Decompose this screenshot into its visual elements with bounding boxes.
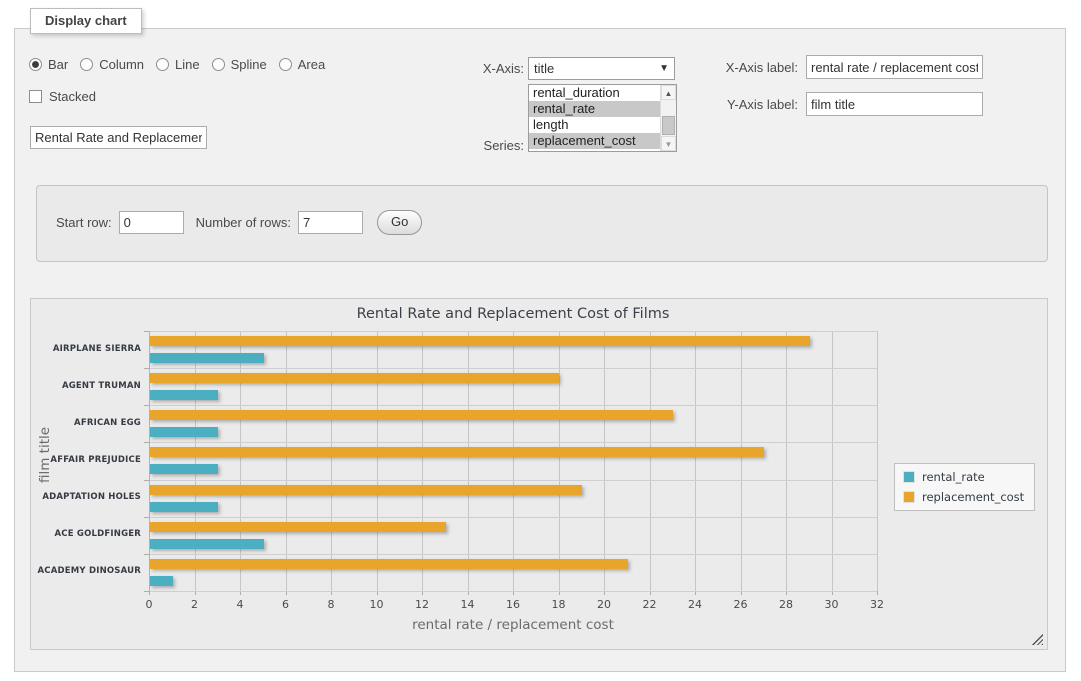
category-label: ACE GOLDFINGER — [30, 529, 141, 539]
x-tick-label: 30 — [815, 598, 849, 611]
bar-rental_rate[interactable] — [150, 464, 218, 474]
chart-legend: rental_rate replacement_cost — [894, 463, 1035, 511]
x-tick-label: 28 — [769, 598, 803, 611]
radio-area-label[interactable]: Area — [298, 57, 325, 72]
go-button[interactable]: Go — [377, 210, 422, 235]
category-label: AGENT TRUMAN — [30, 381, 141, 391]
legend-label: rental_rate — [922, 470, 985, 484]
bar-replacement_cost[interactable] — [150, 559, 628, 569]
x-axis-title: rental rate / replacement cost — [149, 617, 877, 633]
legend-swatch-icon — [903, 471, 915, 483]
category-label: AIRPLANE SIERRA — [30, 344, 141, 354]
x-axis-select[interactable]: title ▼ — [528, 57, 675, 80]
chart-type-radio-group: Bar Column Line Spline Area — [29, 57, 331, 72]
chevron-down-icon: ▼ — [659, 63, 669, 74]
x-axis-label-caption: X-Axis label: — [722, 60, 798, 75]
x-tick-label: 26 — [724, 598, 758, 611]
x-tick-label: 18 — [542, 598, 576, 611]
number-of-rows-caption: Number of rows: — [196, 215, 291, 230]
x-tick-label: 0 — [132, 598, 166, 611]
scroll-up-icon[interactable]: ▲ — [661, 85, 676, 100]
x-tick-label: 16 — [496, 598, 530, 611]
series-option-replacement-cost[interactable]: replacement_cost — [529, 133, 660, 149]
radio-spline[interactable] — [212, 58, 225, 71]
x-tick-label: 2 — [178, 598, 212, 611]
legend-entry-rental_rate[interactable]: rental_rate — [903, 470, 1024, 484]
x-tick-label: 10 — [360, 598, 394, 611]
x-tick-label: 20 — [587, 598, 621, 611]
series-scrollbar[interactable]: ▲ ▼ — [660, 85, 676, 151]
legend-entry-replacement_cost[interactable]: replacement_cost — [903, 490, 1024, 504]
y-axis-label-caption: Y-Axis label: — [722, 97, 798, 112]
radio-column-label[interactable]: Column — [99, 57, 144, 72]
x-tick-label: 24 — [678, 598, 712, 611]
scroll-down-icon[interactable]: ▼ — [661, 136, 676, 151]
x-tick-label: 14 — [451, 598, 485, 611]
stacked-row: Stacked — [29, 89, 96, 104]
stacked-label[interactable]: Stacked — [49, 89, 96, 104]
bar-replacement_cost[interactable] — [150, 522, 446, 532]
bar-replacement_cost[interactable] — [150, 485, 582, 495]
scrollbar-thumb[interactable] — [662, 116, 675, 135]
bar-rental_rate[interactable] — [150, 390, 218, 400]
chart-title: Rental Rate and Replacement Cost of Film… — [149, 306, 877, 322]
x-tick-label: 22 — [633, 598, 667, 611]
start-row-caption: Start row: — [56, 215, 112, 230]
fieldset-legend: Display chart — [30, 8, 142, 34]
y-axis-label-input[interactable] — [806, 92, 983, 116]
legend-swatch-icon — [903, 491, 915, 503]
x-tick-label: 12 — [405, 598, 439, 611]
bar-replacement_cost[interactable] — [150, 336, 810, 346]
bar-rental_rate[interactable] — [150, 502, 218, 512]
start-row-input[interactable] — [119, 211, 184, 234]
series-option-rental-duration[interactable]: rental_duration — [529, 85, 660, 101]
rows-panel: Start row: Number of rows: Go — [36, 185, 1048, 262]
bar-rental_rate[interactable] — [150, 576, 173, 586]
bar-rental_rate[interactable] — [150, 353, 264, 363]
bar-rental_rate[interactable] — [150, 427, 218, 437]
series-option-rental-rate[interactable]: rental_rate — [529, 101, 660, 117]
radio-spline-label[interactable]: Spline — [231, 57, 267, 72]
radio-line[interactable] — [156, 58, 169, 71]
radio-area[interactable] — [279, 58, 292, 71]
x-axis-label-input[interactable] — [806, 55, 983, 79]
x-tick-label: 6 — [269, 598, 303, 611]
series-caption: Series: — [440, 138, 524, 153]
number-of-rows-input[interactable] — [298, 211, 363, 234]
category-label: ACADEMY DINOSAUR — [30, 566, 141, 576]
x-tick-label: 32 — [860, 598, 894, 611]
chart-container: Rental Rate and Replacement Cost of Film… — [30, 298, 1048, 650]
bar-replacement_cost[interactable] — [150, 410, 673, 420]
resize-handle-icon[interactable] — [1032, 634, 1043, 645]
chart-title-input[interactable] — [30, 126, 207, 149]
bar-rental_rate[interactable] — [150, 539, 264, 549]
radio-line-label[interactable]: Line — [175, 57, 200, 72]
stacked-checkbox[interactable] — [29, 90, 42, 103]
y-axis-title: film title — [37, 395, 53, 515]
x-axis-caption: X-Axis: — [440, 61, 524, 76]
radio-bar[interactable] — [29, 58, 42, 71]
series-option-length[interactable]: length — [529, 117, 660, 133]
radio-column[interactable] — [80, 58, 93, 71]
series-options: rental_duration rental_rate length repla… — [529, 85, 660, 151]
x-tick-label: 8 — [314, 598, 348, 611]
bar-replacement_cost[interactable] — [150, 447, 764, 457]
radio-bar-label[interactable]: Bar — [48, 57, 68, 72]
legend-label: replacement_cost — [922, 490, 1024, 504]
bar-replacement_cost[interactable] — [150, 373, 559, 383]
x-axis-selected-value: title — [534, 61, 554, 76]
series-listbox[interactable]: rental_duration rental_rate length repla… — [528, 84, 677, 152]
x-tick-label: 4 — [223, 598, 257, 611]
